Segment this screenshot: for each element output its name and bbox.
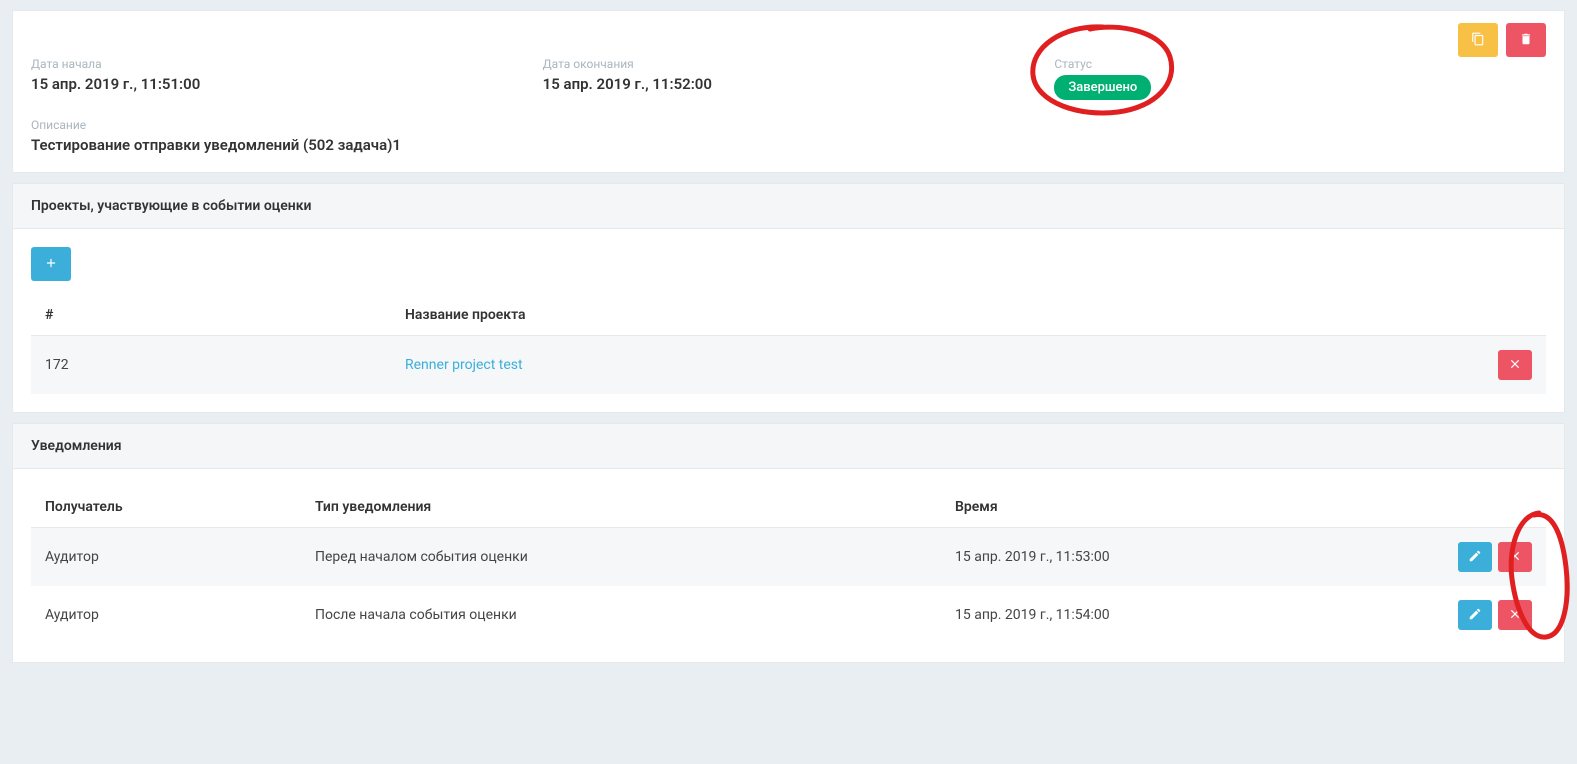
projects-panel-title: Проекты, участвующие в событии оценки <box>13 184 1564 229</box>
remove-notification-button[interactable] <box>1498 600 1532 630</box>
notif-recipient: Аудитор <box>31 528 301 587</box>
end-date-field: Дата окончания 15 апр. 2019 г., 11:52:00 <box>543 57 1035 100</box>
plus-icon <box>44 256 58 273</box>
notif-col-time: Время <box>941 487 1444 528</box>
notif-col-type: Тип уведомления <box>301 487 941 528</box>
projects-table: # Название проекта 172 Renner project tes… <box>31 295 1546 394</box>
close-icon <box>1508 357 1522 374</box>
status-badge: Завершено <box>1054 75 1151 100</box>
table-row: АудиторПеред началом события оценки15 ап… <box>31 528 1546 587</box>
status-field: Статус Завершено <box>1054 57 1546 100</box>
copy-icon <box>1471 32 1485 49</box>
project-link[interactable]: Renner project test <box>405 357 523 373</box>
start-date-field: Дата начала 15 апр. 2019 г., 11:51:00 <box>31 57 523 100</box>
event-actions <box>13 11 1564 57</box>
event-info-grid: Дата начала 15 апр. 2019 г., 11:51:00 Да… <box>13 57 1564 118</box>
start-date-label: Дата начала <box>31 57 523 71</box>
remove-notification-button[interactable] <box>1498 542 1532 572</box>
table-row: АудиторПосле начала события оценки15 апр… <box>31 586 1546 644</box>
end-date-label: Дата окончания <box>543 57 1035 71</box>
start-date-value: 15 апр. 2019 г., 11:51:00 <box>31 75 523 93</box>
notif-type: После начала события оценки <box>301 586 941 644</box>
notif-recipient: Аудитор <box>31 586 301 644</box>
add-project-button[interactable] <box>31 247 71 281</box>
event-details-panel: Дата начала 15 апр. 2019 г., 11:51:00 Да… <box>12 10 1565 173</box>
notifications-panel-title: Уведомления <box>13 424 1564 469</box>
notif-time: 15 апр. 2019 г., 11:53:00 <box>941 528 1444 587</box>
description-label: Описание <box>31 118 1546 132</box>
close-icon <box>1508 607 1522 624</box>
notif-col-recipient: Получатель <box>31 487 301 528</box>
notif-type: Перед началом события оценки <box>301 528 941 587</box>
close-icon <box>1508 549 1522 566</box>
table-row: 172 Renner project test <box>31 336 1546 395</box>
delete-button[interactable] <box>1506 23 1546 57</box>
remove-project-button[interactable] <box>1498 350 1532 380</box>
notifications-panel: Уведомления Получатель Тип уведомления В… <box>12 423 1565 663</box>
pencil-icon <box>1468 549 1482 566</box>
projects-col-num: # <box>31 295 391 336</box>
status-label: Статус <box>1054 57 1151 71</box>
projects-col-name: Название проекта <box>391 295 1466 336</box>
pencil-icon <box>1468 607 1482 624</box>
description-value: Тестирование отправки уведомлений (502 з… <box>31 136 1546 154</box>
copy-button[interactable] <box>1458 23 1498 57</box>
project-num: 172 <box>31 336 391 395</box>
notifications-table: Получатель Тип уведомления Время Аудитор… <box>31 487 1546 644</box>
end-date-value: 15 апр. 2019 г., 11:52:00 <box>543 75 1035 93</box>
projects-panel: Проекты, участвующие в событии оценки # … <box>12 183 1565 413</box>
notif-time: 15 апр. 2019 г., 11:54:00 <box>941 586 1444 644</box>
edit-notification-button[interactable] <box>1458 600 1492 630</box>
edit-notification-button[interactable] <box>1458 542 1492 572</box>
trash-icon <box>1519 32 1533 49</box>
description-field: Описание Тестирование отправки уведомлен… <box>13 118 1564 172</box>
